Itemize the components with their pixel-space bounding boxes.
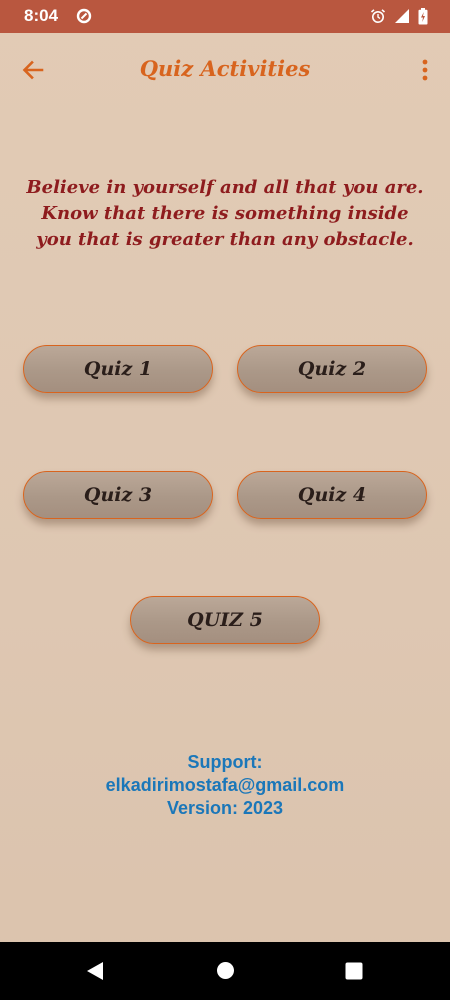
quiz-3-button[interactable]: Quiz 3: [23, 471, 213, 519]
more-vert-icon: [422, 59, 428, 86]
data-saver-icon: [76, 8, 92, 24]
quiz-2-button[interactable]: Quiz 2: [237, 345, 427, 393]
support-info: Support: elkadirimostafa@gmail.com Versi…: [0, 751, 450, 820]
version-label: Version: 2023: [166, 798, 284, 818]
signal-icon: [394, 8, 410, 24]
screen: 8:04 Quiz Activities Believe in yourself…: [0, 0, 450, 1000]
app-bar: Quiz Activities: [0, 33, 450, 109]
status-time: 8:04: [24, 6, 59, 25]
nav-recents-icon[interactable]: [345, 962, 363, 985]
page-title: Quiz Activities: [139, 56, 311, 81]
alarm-icon: [370, 8, 386, 24]
battery-icon: [418, 7, 428, 25]
status-bar: 8:04: [0, 0, 450, 33]
support-email[interactable]: elkadirimostafa@gmail.com: [0, 774, 450, 797]
overflow-menu-button[interactable]: [414, 57, 436, 87]
motivational-quote: Believe in yourself and all that you are…: [26, 177, 424, 250]
system-nav-bar: [0, 942, 450, 1000]
support-label: Support:: [187, 752, 263, 772]
quiz-4-button[interactable]: Quiz 4: [237, 471, 427, 519]
quiz-5-button[interactable]: QUIZ 5: [130, 596, 320, 644]
nav-back-icon[interactable]: [86, 961, 104, 986]
status-icons: [370, 7, 428, 25]
nav-home-icon[interactable]: [216, 961, 235, 985]
quiz-1-button[interactable]: Quiz 1: [23, 345, 213, 393]
